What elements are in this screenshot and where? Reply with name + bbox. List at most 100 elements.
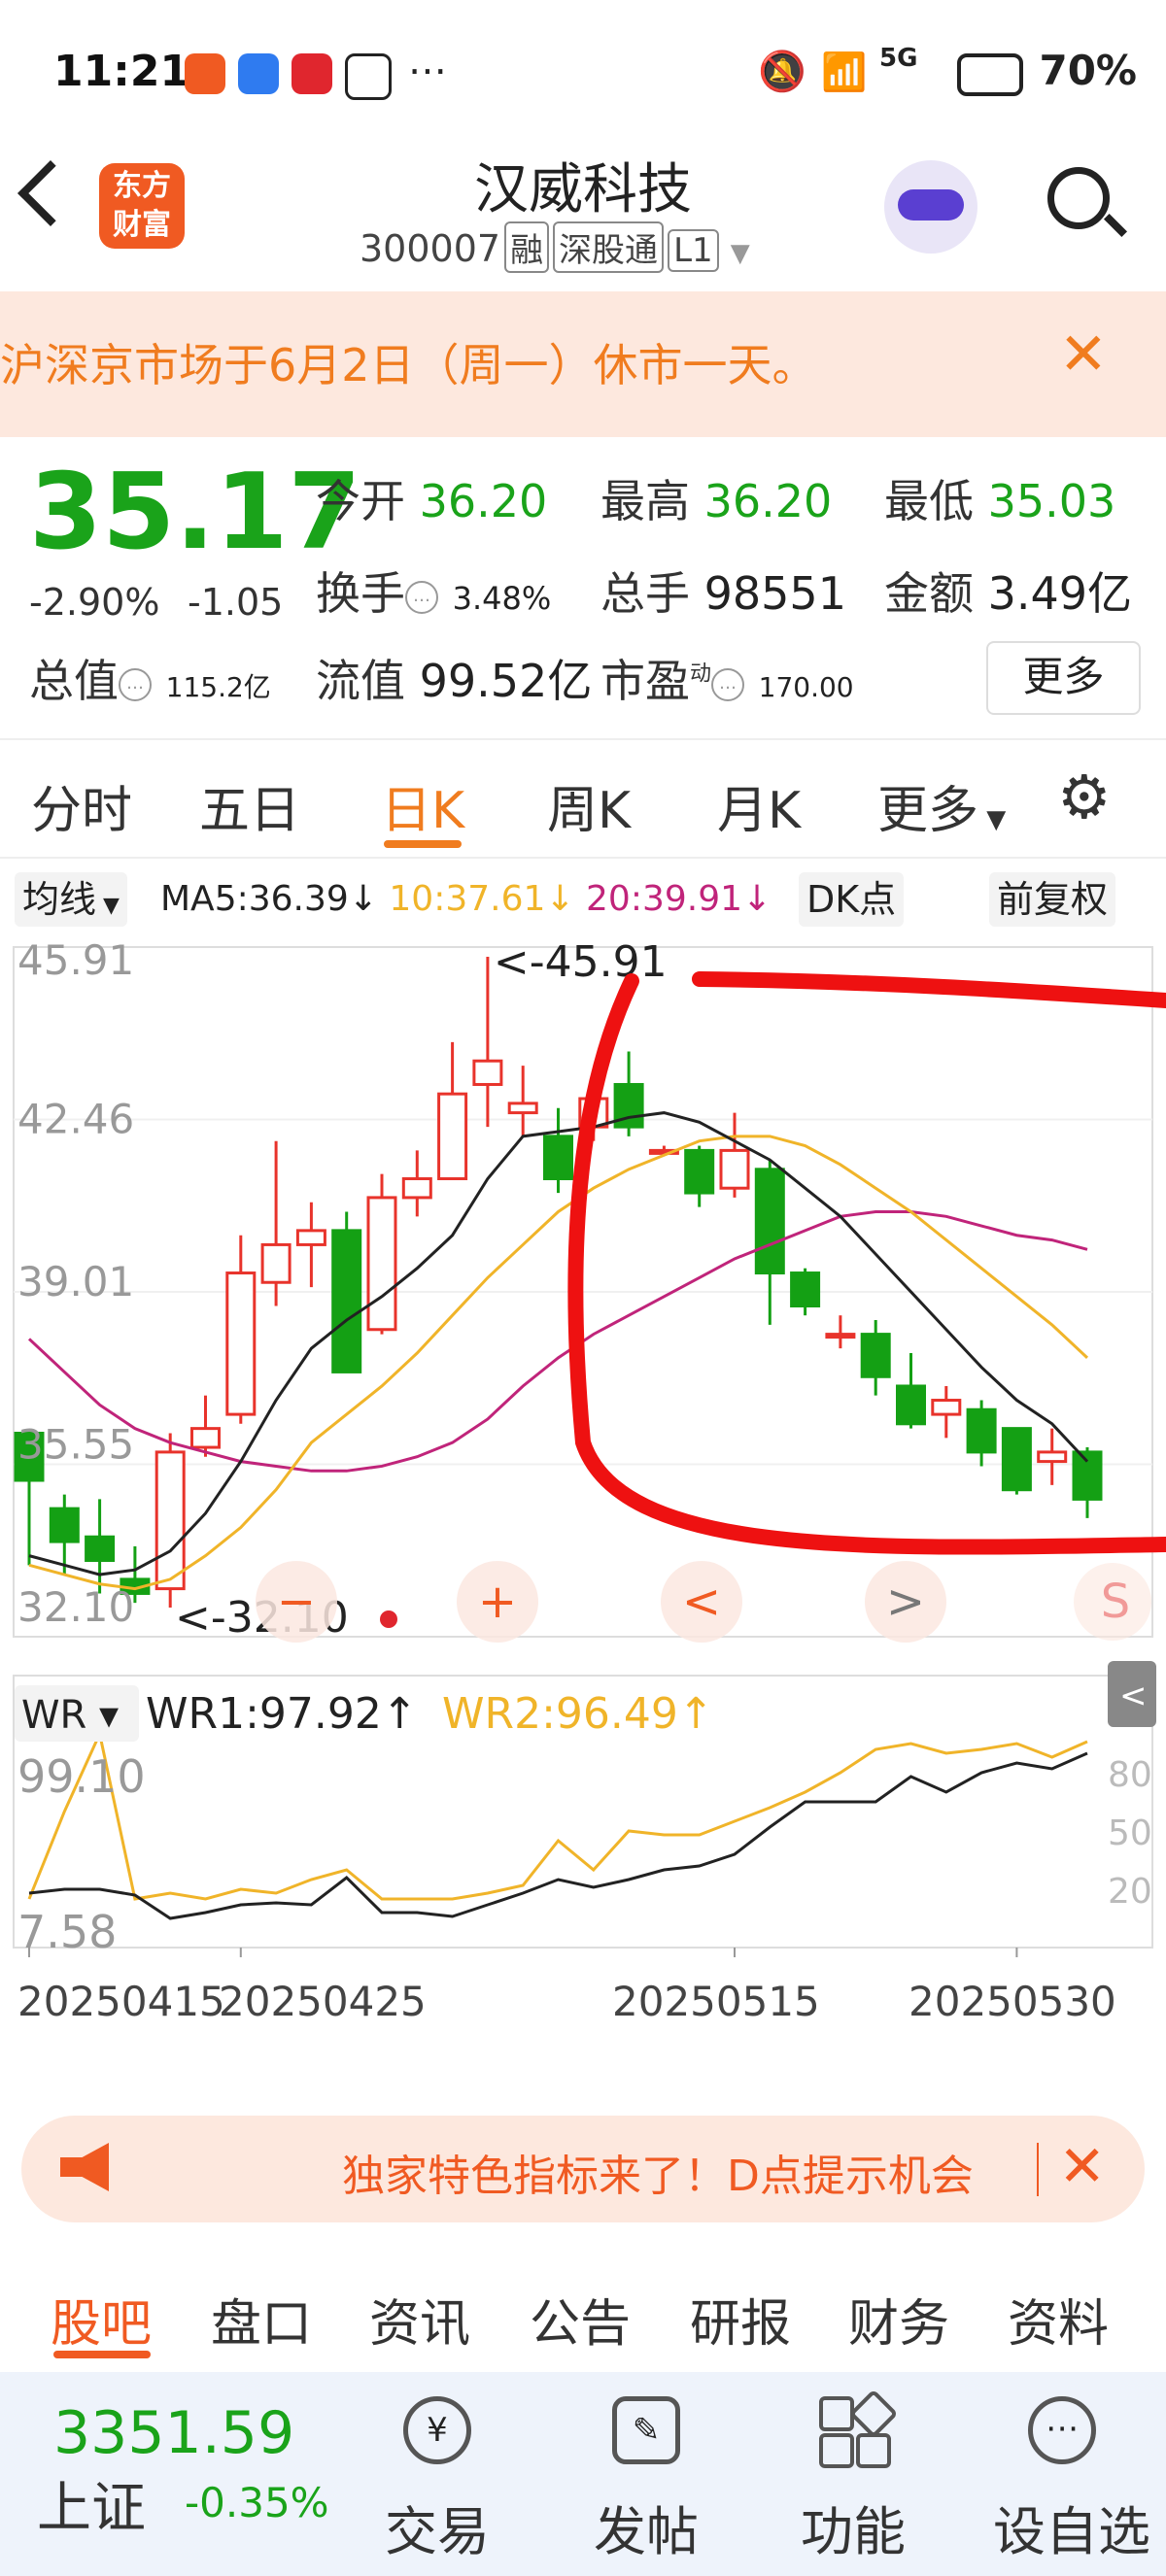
app-notification-icon	[238, 53, 279, 94]
tab-monthly-k[interactable]: 月K	[717, 769, 801, 842]
nav-post[interactable]: 发帖	[568, 2489, 724, 2565]
tab-more[interactable]: 更多 ▼	[877, 769, 1006, 842]
candle-body	[225, 1271, 257, 1416]
chart-control-button[interactable]: >	[865, 1561, 946, 1643]
dk-button[interactable]: DK点	[799, 872, 905, 927]
stock-code-row[interactable]: 300007 融深股通 L1 ▼	[360, 221, 750, 273]
bottom-navbar: 3351.59 上证 -0.35% ¥ 交易 ✎ 发帖 功能 ⋯ 设自选	[0, 2372, 1166, 2576]
tab-orderbook[interactable]: 盘口	[211, 2283, 312, 2356]
turnover-value: 3.48%	[452, 580, 552, 617]
battery-icon	[957, 53, 1023, 96]
chevron-left-icon: <	[1119, 1677, 1148, 1715]
info-icon: …	[405, 580, 438, 614]
control-label: >	[886, 1575, 925, 1629]
trade-icon[interactable]: ¥	[403, 2396, 471, 2464]
tab-financials[interactable]: 财务	[848, 2283, 949, 2356]
wr-right-tick: 50	[1108, 1813, 1152, 1853]
tab-forum[interactable]: 股吧	[51, 2283, 152, 2356]
close-icon[interactable]: ✕	[1058, 2133, 1106, 2199]
compose-icon[interactable]: ✎	[612, 2396, 680, 2464]
control-label: +	[478, 1575, 517, 1629]
tag-level: L1	[668, 229, 719, 272]
nav-trade[interactable]: 交易	[360, 2489, 515, 2565]
grid-apps-icon[interactable]	[819, 2389, 899, 2468]
notice-banner[interactable]: 沪深京市场于6月2日（周一）休市一天。 ✕	[0, 291, 1166, 437]
tab-news[interactable]: 资讯	[369, 2283, 470, 2356]
battery-level: 70%	[1039, 47, 1137, 94]
pe-row: 市盈动… 170.00	[600, 655, 854, 707]
ma10-line	[28, 1135, 1089, 1591]
high-value: 36.20	[703, 475, 833, 527]
info-icon: …	[119, 667, 152, 701]
candle-body	[507, 1102, 538, 1115]
ma-select[interactable]: 均线 ▼	[15, 872, 127, 927]
search-icon[interactable]	[1047, 167, 1110, 229]
mute-icon: 🔕	[758, 50, 806, 94]
chart-control-button[interactable]: +	[457, 1561, 538, 1643]
y-tick-label: 42.46	[17, 1095, 134, 1142]
candle-body	[85, 1535, 116, 1562]
expand-icon	[1074, 1563, 1151, 1641]
chart-control-button[interactable]: <	[661, 1561, 742, 1643]
mktcap-row: 总值… 115.2亿	[29, 655, 271, 707]
back-button[interactable]	[17, 160, 84, 226]
gear-icon[interactable]: ⚙	[1057, 762, 1112, 832]
candle-body	[437, 1092, 468, 1181]
close-icon[interactable]: ✕	[1059, 321, 1108, 389]
tag-connect: 深股通	[553, 221, 665, 273]
tab-five-day[interactable]: 五日	[199, 769, 300, 842]
live-dot	[380, 1610, 397, 1628]
tab-weekly-k[interactable]: 周K	[547, 769, 631, 842]
tab-intraday[interactable]: 分时	[31, 769, 132, 842]
promo-banner[interactable]: 独家特色指标来了！D点提示机会 ✕	[21, 2116, 1145, 2222]
current-price: 35.17	[29, 452, 361, 573]
turnover-row: 换手… 3.48%	[316, 567, 552, 620]
tab-announcements[interactable]: 公告	[530, 2283, 631, 2356]
candle-body	[154, 1450, 186, 1591]
tab-research[interactable]: 研报	[690, 2283, 791, 2356]
candle-body	[401, 1177, 432, 1200]
app-logo[interactable]: 东方 财富	[99, 163, 185, 249]
volume-value: 98551	[703, 567, 846, 620]
candle-body	[260, 1242, 292, 1284]
control-label: −	[277, 1575, 316, 1629]
wr-y-tick: 99.10	[17, 1750, 146, 1803]
max-price-label: <-45.91	[494, 937, 668, 987]
add-watchlist-icon[interactable]: ⋯	[1028, 2396, 1096, 2464]
ma10-label: 10:37.61↓	[389, 879, 575, 919]
more-button[interactable]: 更多	[986, 641, 1141, 715]
candle-body	[366, 1196, 397, 1332]
candle-body	[896, 1384, 926, 1426]
kline-chart[interactable]: 45.9142.4639.0135.5532.10<-45.91<-32.10W…	[0, 937, 1166, 2035]
candle-body	[49, 1507, 80, 1543]
candle-body	[190, 1427, 221, 1449]
ma5-label: MA5:36.39↓	[160, 879, 378, 919]
candle-body	[860, 1333, 891, 1378]
index-value[interactable]: 3351.59	[53, 2399, 294, 2467]
app-notification-icon	[292, 53, 332, 94]
assistant-robot-icon[interactable]	[884, 160, 977, 254]
index-name[interactable]: 上证	[37, 2464, 146, 2543]
tab-daily-k[interactable]: 日K	[381, 769, 464, 842]
candle-body	[719, 1148, 750, 1190]
network-label: 5G	[879, 44, 918, 73]
chart-control-button[interactable]: −	[256, 1561, 337, 1643]
candle-body	[931, 1399, 962, 1416]
ma-legend: MA5:36.39↓ 10:37.61↓ 20:39.91↓	[160, 879, 772, 919]
float-value: 99.52亿	[419, 655, 593, 707]
volume-row: 总手 98551	[600, 567, 846, 620]
x-tick-label: 20250515	[612, 1978, 820, 2025]
candle-body	[295, 1229, 326, 1246]
tab-profile[interactable]: 资料	[1008, 2283, 1109, 2356]
divider	[1037, 2143, 1039, 2196]
y-tick-label: 45.91	[17, 937, 134, 984]
candle-body	[966, 1407, 997, 1454]
adjust-button[interactable]: 前复权	[989, 872, 1116, 927]
ma20-label: 20:39.91↓	[586, 879, 772, 919]
x-tick-label: 20250425	[219, 1978, 427, 2025]
amount-value: 3.49亿	[987, 567, 1133, 620]
wr-select[interactable]: WR ▾	[21, 1693, 119, 1738]
wr-y-tick: 7.58	[17, 1906, 117, 1958]
nav-functions[interactable]: 功能	[775, 2489, 931, 2565]
nav-add-watchlist[interactable]: 设自选	[979, 2489, 1164, 2565]
